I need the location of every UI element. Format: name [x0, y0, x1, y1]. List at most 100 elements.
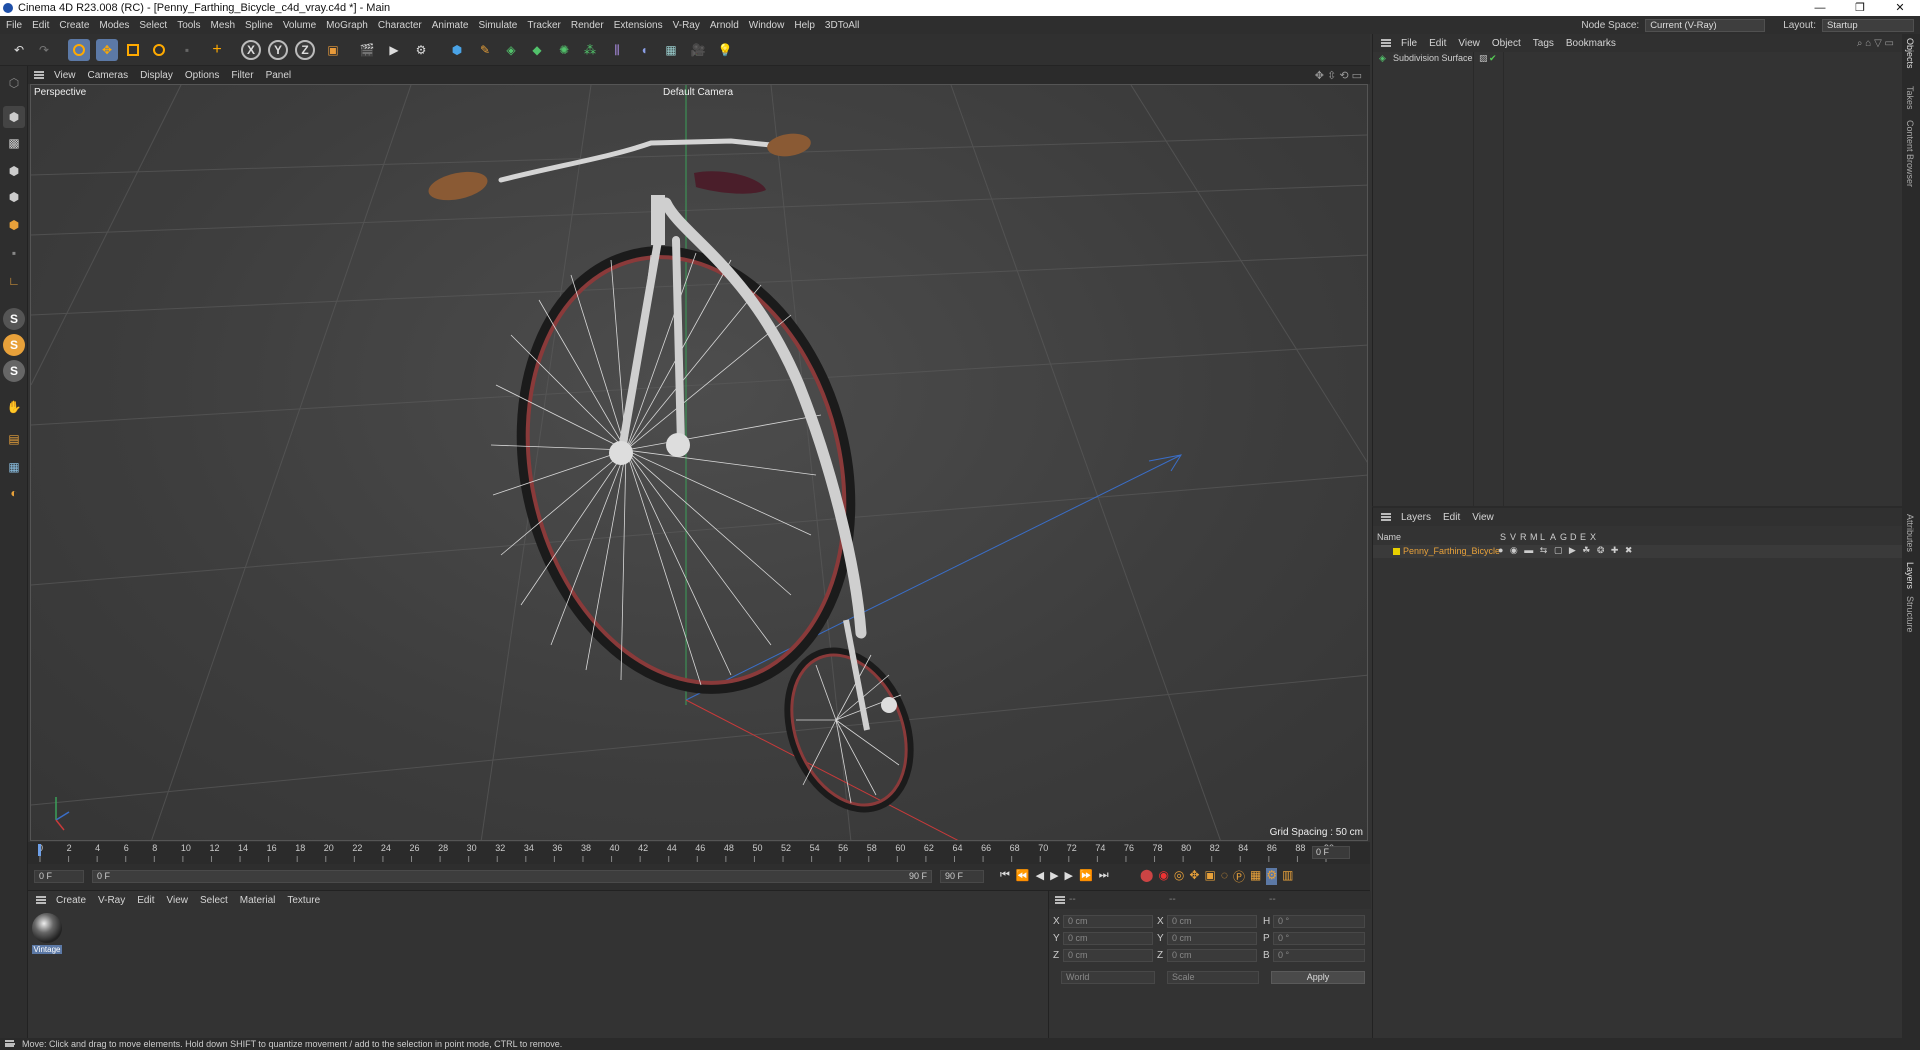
menu-tools[interactable]: Tools	[177, 20, 200, 31]
model-mode-icon[interactable]: ⬢	[3, 106, 25, 128]
tab-structure[interactable]: Structure	[1905, 596, 1915, 633]
menu-select[interactable]: Select	[139, 20, 167, 31]
tab-takes[interactable]: Takes	[1905, 86, 1915, 110]
object-menu-tags[interactable]: Tags	[1533, 38, 1554, 49]
material-menu-edit[interactable]: Edit	[137, 895, 154, 906]
menu-file[interactable]: File	[6, 20, 22, 31]
pos-y-field[interactable]: 0 cm	[1063, 932, 1153, 945]
light-icon[interactable]: 💡	[714, 39, 736, 61]
menu-tracker[interactable]: Tracker	[527, 20, 561, 31]
end-frame-field[interactable]: 90 F	[940, 870, 984, 883]
object-menu-edit[interactable]: Edit	[1429, 38, 1446, 49]
viewport-menu-cameras[interactable]: Cameras	[88, 70, 129, 81]
menu-arnold[interactable]: Arnold	[710, 20, 739, 31]
status-hamburger-icon[interactable]	[5, 1040, 15, 1047]
tab-attributes[interactable]: Attributes	[1905, 514, 1915, 552]
node-space-dropdown[interactable]: Current (V-Ray)	[1645, 18, 1766, 32]
play-icon[interactable]: ▶	[1050, 869, 1058, 882]
mograph-icon[interactable]: ⁂	[579, 39, 601, 61]
x-axis-lock-icon[interactable]: X	[241, 40, 261, 60]
viewport-hamburger-icon[interactable]	[34, 71, 44, 79]
menu-volume[interactable]: Volume	[283, 20, 316, 31]
menu-mograph[interactable]: MoGraph	[326, 20, 368, 31]
extrude-icon[interactable]: ◆	[526, 39, 548, 61]
points-mode-icon[interactable]: ⬢	[3, 160, 25, 182]
axis-mode-icon[interactable]: ∟	[3, 270, 25, 292]
rotate-tool-icon[interactable]	[148, 39, 170, 61]
key-rotation-icon[interactable]: ◌	[1221, 868, 1228, 885]
object-menu-object[interactable]: Object	[1492, 38, 1521, 49]
render-view-icon[interactable]: ▶	[383, 39, 405, 61]
frame-range-slider[interactable]: 0 F 90 F	[92, 870, 932, 883]
texture-mode-icon[interactable]: ▩	[3, 132, 25, 154]
floor-icon[interactable]: ▦	[660, 39, 682, 61]
pos-z-field[interactable]: 0 cm	[1063, 949, 1153, 962]
move-tool-icon[interactable]: ✥	[96, 39, 118, 61]
viewport-menu-display[interactable]: Display	[140, 70, 173, 81]
menu-spline[interactable]: Spline	[245, 20, 273, 31]
coords-hamburger-icon[interactable]	[1055, 896, 1065, 904]
layer-color-swatch[interactable]	[1393, 548, 1400, 555]
scale-tool-icon[interactable]	[122, 39, 144, 61]
material-menu-select[interactable]: Select	[200, 895, 228, 906]
layer-menu-view[interactable]: View	[1472, 512, 1494, 523]
scheme-icon[interactable]: ⚙	[1266, 868, 1278, 885]
pos-x-field[interactable]: 0 cm	[1063, 915, 1153, 928]
lock-workplane-icon[interactable]: ◐	[3, 482, 25, 504]
workplane-icon[interactable]: ▤	[3, 428, 25, 450]
deformer-icon[interactable]: ⫼	[606, 39, 628, 61]
viewport-menu-view[interactable]: View	[54, 70, 76, 81]
viewport-nav-icons[interactable]: ✥ ⇳ ⟲ ▭	[1315, 69, 1362, 82]
tweak-mode-icon[interactable]: ✋	[3, 396, 25, 418]
object-visibility-icon[interactable]: ▨	[1479, 53, 1488, 64]
layer-hamburger-icon[interactable]	[1381, 513, 1391, 521]
goto-start-icon[interactable]: ⏮	[1000, 869, 1010, 882]
menu-simulate[interactable]: Simulate	[478, 20, 517, 31]
viewport-camera-label[interactable]: Default Camera	[663, 87, 733, 98]
layer-menu-edit[interactable]: Edit	[1443, 512, 1460, 523]
timeline-icon[interactable]: ▥	[1282, 868, 1293, 885]
goto-end-icon[interactable]: ⏭	[1099, 869, 1109, 882]
size-y-field[interactable]: 0 cm	[1167, 932, 1257, 945]
snap-settings-icon[interactable]: S	[3, 334, 25, 356]
playhead[interactable]	[38, 844, 41, 856]
render-settings-icon[interactable]: ⚙	[410, 39, 432, 61]
close-button[interactable]: ✕	[1880, 0, 1920, 16]
grid-icon[interactable]: ▦	[3, 456, 25, 478]
coord-space-dropdown[interactable]: World	[1061, 971, 1155, 984]
polygons-mode-icon[interactable]: ⬢	[3, 214, 25, 236]
size-x-field[interactable]: 0 cm	[1167, 915, 1257, 928]
rot-p-field[interactable]: 0 °	[1273, 932, 1365, 945]
pen-spline-icon[interactable]: ✎	[474, 39, 496, 61]
menu-help[interactable]: Help	[794, 20, 815, 31]
cloner-icon[interactable]: ✺	[553, 39, 575, 61]
coordinate-system-icon[interactable]: ▣	[322, 39, 344, 61]
coord-mode-dropdown[interactable]: Scale	[1167, 971, 1259, 984]
redo-icon[interactable]: ↷	[33, 39, 55, 61]
minimize-button[interactable]: —	[1800, 0, 1840, 16]
keyframe-selection-icon[interactable]: ◎	[1174, 868, 1184, 885]
layer-flag-icons[interactable]: ● ◉ ▬ ⇆ ▢ ▶ ☘ ❂ ✚ ✖	[1498, 545, 1634, 556]
key-param-icon[interactable]: Ⓟ	[1233, 868, 1245, 885]
subdivision-icon[interactable]: ◈	[500, 39, 522, 61]
material-menu-create[interactable]: Create	[56, 895, 86, 906]
material-hamburger-icon[interactable]	[36, 896, 46, 904]
apply-button[interactable]: Apply	[1271, 971, 1365, 984]
rot-b-field[interactable]: 0 °	[1273, 949, 1365, 962]
object-enabled-check-icon[interactable]: ✔	[1489, 53, 1497, 64]
prev-frame-icon[interactable]: ◀	[1036, 869, 1044, 882]
recent-tool-icon[interactable]: ▪	[176, 39, 198, 61]
layout-dropdown[interactable]: Startup	[1822, 18, 1914, 32]
layer-menu-layers[interactable]: Layers	[1401, 512, 1431, 523]
menu-modes[interactable]: Modes	[99, 20, 129, 31]
material-swatch[interactable]: Vintage	[32, 913, 62, 957]
object-menu-view[interactable]: View	[1458, 38, 1480, 49]
tab-layers[interactable]: Layers	[1905, 562, 1915, 589]
prev-key-icon[interactable]: ⏪	[1016, 869, 1030, 882]
start-frame-field[interactable]: 0 F	[34, 870, 84, 883]
menu-edit[interactable]: Edit	[32, 20, 49, 31]
key-pla-icon[interactable]: ▦	[1250, 868, 1261, 885]
menu-character[interactable]: Character	[378, 20, 422, 31]
rot-h-field[interactable]: 0 °	[1273, 915, 1365, 928]
object-hamburger-icon[interactable]	[1381, 39, 1391, 47]
